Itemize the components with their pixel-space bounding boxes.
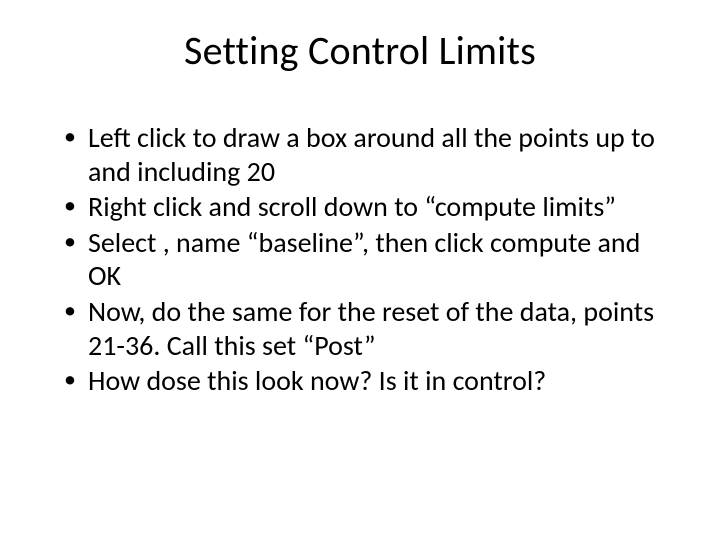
- slide-title: Setting Control Limits: [60, 26, 660, 75]
- list-item: Left click to draw a box around all the …: [60, 121, 660, 188]
- bullet-list: Left click to draw a box around all the …: [60, 121, 660, 398]
- list-item: Now, do the same for the reset of the da…: [60, 295, 660, 362]
- list-item: Select , name “baseline”, then click com…: [60, 226, 660, 293]
- list-item: How dose this look now? Is it in control…: [60, 364, 660, 398]
- list-item: Right click and scroll down to “compute …: [60, 190, 660, 224]
